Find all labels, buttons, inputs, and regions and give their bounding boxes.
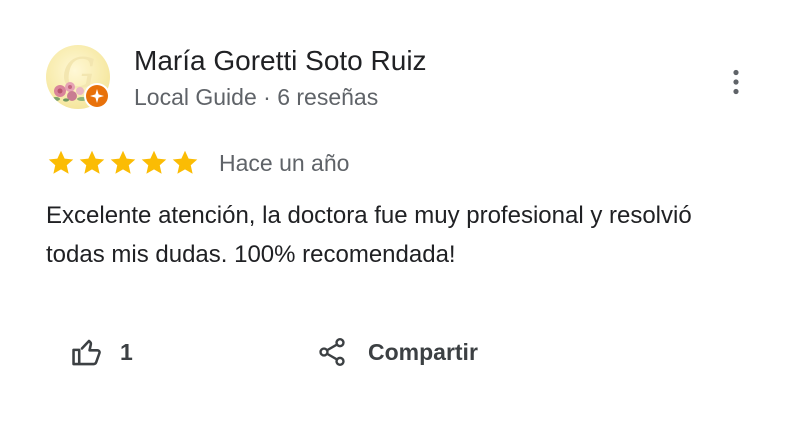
- local-guide-badge: [84, 83, 110, 109]
- more-vert-icon: [733, 69, 739, 95]
- review-text: Excelente atención, la doctora fue muy p…: [46, 202, 692, 268]
- star-icon: [48, 150, 74, 174]
- local-guide-badge-icon: [86, 85, 108, 107]
- like-count: 1: [120, 338, 133, 365]
- star-icon: [141, 150, 167, 174]
- reviewer-name[interactable]: María Goretti Soto Ruiz: [134, 44, 427, 78]
- share-label: Compartir: [368, 338, 478, 365]
- reviewer-meta[interactable]: Local Guide · 6 reseñas: [134, 83, 378, 111]
- share-icon: [319, 338, 345, 366]
- more-options-button[interactable]: [720, 62, 752, 102]
- thumb-up-icon: [72, 339, 101, 366]
- star-icon: [79, 150, 105, 174]
- rating-row: Hace un año: [46, 148, 349, 178]
- share-button[interactable]: Compartir: [316, 332, 478, 372]
- star-rating: [46, 148, 200, 178]
- star-icon: [172, 150, 198, 174]
- like-button[interactable]: 1: [70, 332, 133, 372]
- reviewer-avatar[interactable]: G: [46, 45, 110, 109]
- review-date: Hace un año: [219, 149, 350, 176]
- star-icon: [110, 150, 136, 174]
